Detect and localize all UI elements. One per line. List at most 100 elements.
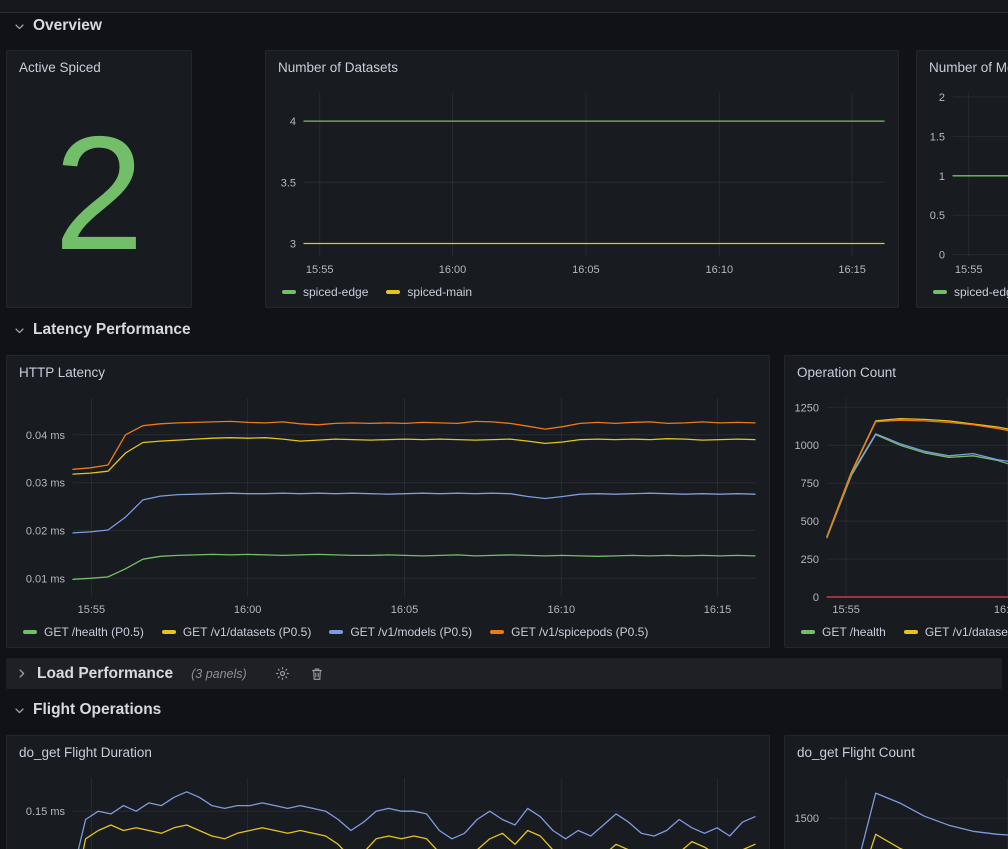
svg-text:2: 2 [939,92,945,104]
row-load-performance[interactable]: Load Performance (3 panels) [6,658,1002,689]
chart-number-of-models[interactable]: 00.511.5215:5516:0016:0516:1016:15 [925,85,1008,279]
legend-swatch [162,630,176,634]
svg-text:1500: 1500 [795,813,819,825]
legend-item[interactable]: GET /v1/datasets [904,625,1008,639]
legend-item[interactable]: spiced-edge [933,285,1008,299]
svg-text:16:00: 16:00 [234,604,262,616]
panel-http-latency: HTTP Latency 0.01 ms 0.02 ms 0.03 ms 0.04 m… [6,355,770,648]
legend-swatch [801,630,815,634]
chart-do-get-flight-duration[interactable]: 0.15 ms [15,770,761,849]
svg-text:0.03 ms: 0.03 ms [26,478,66,490]
chart-operation-count[interactable]: 02505007501000125015:5516:0016:0516:1016… [793,390,1008,619]
panel-title[interactable]: Operation Count [785,356,1008,380]
svg-text:0.5: 0.5 [930,210,945,222]
svg-text:0.02 ms: 0.02 ms [26,526,66,538]
panel-do-get-flight-duration: do_get Flight Duration 0.15 ms [6,735,770,849]
stat-value: 2 [7,81,191,307]
legend-label: GET /health [822,625,886,639]
legend-item[interactable]: GET /v1/datasets (P0.5) [162,625,312,639]
legend-label: GET /v1/datasets [925,625,1008,639]
panel-title[interactable]: Number of Datasets [266,51,898,75]
svg-text:16:10: 16:10 [548,604,576,616]
chart-canvas[interactable]: 02505007501000125015:5516:0016:0516:1016… [793,390,1008,619]
panel-number-of-models: Number of Models 00.511.5215:5516:0016:0… [916,50,1008,308]
panel-title[interactable]: do_get Flight Duration [7,736,769,760]
legend: spiced-edge [933,282,1008,302]
panel-title[interactable]: Number of Models [917,51,1008,75]
legend: GET /health (P0.5) GET /v1/datasets (P0.5… [23,622,763,642]
panel-title[interactable]: do_get Flight Count [785,736,1008,760]
legend-label: GET /v1/datasets (P0.5) [183,625,312,639]
panel-title[interactable]: HTTP Latency [7,356,769,380]
svg-text:0: 0 [813,592,819,604]
svg-text:1.5: 1.5 [930,131,945,143]
chart-http-latency[interactable]: 0.01 ms 0.02 ms 0.03 ms 0.04 ms 15:55 16:00 16… [15,390,761,619]
legend-swatch [490,630,504,634]
svg-text:4: 4 [290,116,296,128]
svg-text:0.15 ms: 0.15 ms [26,806,66,818]
legend-swatch [386,290,400,294]
panel-title[interactable]: Active Spiced [7,51,191,75]
svg-text:16:15: 16:15 [704,604,732,616]
svg-text:0.04 ms: 0.04 ms [26,430,66,442]
section-title: Flight Operations [33,701,161,719]
svg-text:15:55: 15:55 [78,604,106,616]
panel-number-of-datasets: Number of Datasets 33.5415:5516:0016:051… [265,50,899,308]
legend-item[interactable]: spiced-edge [282,285,368,299]
legend-label: GET /v1/spicepods (P0.5) [511,625,648,639]
legend-label: GET /v1/models (P0.5) [350,625,472,639]
chart-canvas[interactable]: 33.5415:5516:0016:0516:1016:15 [274,85,890,279]
trash-icon[interactable] [305,662,329,686]
legend-swatch [23,630,37,634]
section-title: Overview [33,17,102,35]
svg-text:500: 500 [801,516,819,528]
legend: GET /healthGET /v1/datasetsGET /v1/model… [801,622,1008,642]
panel-operation-count: Operation Count 02505007501000125015:551… [784,355,1008,648]
svg-text:0: 0 [939,250,945,262]
chevron-down-icon [14,21,25,32]
legend-label: spiced-edge [303,285,368,299]
chevron-down-icon [14,325,25,336]
svg-text:16:10: 16:10 [706,264,734,276]
legend-item[interactable]: spiced-main [386,285,472,299]
svg-text:16:05: 16:05 [391,604,419,616]
chart-number-of-datasets[interactable]: 33.5415:5516:0016:0516:1016:15 [274,85,890,279]
dashboard: Overview Active Spiced 2 Number of Datas… [0,0,1008,849]
svg-text:16:05: 16:05 [572,264,600,276]
legend: spiced-edge spiced-main [282,282,892,302]
legend-label: GET /health (P0.5) [44,625,144,639]
legend-item[interactable]: GET /health [801,625,886,639]
legend-item[interactable]: GET /health (P0.5) [23,625,144,639]
svg-text:1000: 1000 [795,440,819,452]
svg-text:15:55: 15:55 [955,264,983,276]
svg-text:750: 750 [801,478,819,490]
chart-canvas[interactable]: 00.511.5215:5516:0016:0516:1016:15 [925,85,1008,279]
svg-text:250: 250 [801,554,819,566]
section-row-flight-operations[interactable]: Flight Operations [14,701,161,719]
section-title: Latency Performance [33,321,191,339]
panel-do-get-flight-count: do_get Flight Count 1500 [784,735,1008,849]
chart-canvas[interactable]: 0.15 ms [15,770,761,849]
svg-text:0.01 ms: 0.01 ms [26,573,66,585]
row-title: Load Performance [37,665,173,683]
legend-item[interactable]: GET /v1/spicepods (P0.5) [490,625,648,639]
chevron-right-icon [16,668,27,679]
gear-icon[interactable] [271,662,295,686]
svg-text:15:55: 15:55 [832,604,860,616]
chart-do-get-flight-count[interactable]: 1500 [793,770,1008,849]
svg-text:1: 1 [939,171,945,183]
legend-swatch [282,290,296,294]
legend-swatch [329,630,343,634]
svg-text:16:15: 16:15 [838,264,866,276]
chart-canvas[interactable]: 0.01 ms 0.02 ms 0.03 ms 0.04 ms 15:55 16:00 16… [15,390,761,619]
legend-item[interactable]: GET /v1/models (P0.5) [329,625,472,639]
panel-active-spiced: Active Spiced 2 [6,50,192,308]
svg-text:16:00: 16:00 [994,604,1008,616]
top-toolbar-edge [0,0,1008,13]
section-row-overview[interactable]: Overview [14,17,102,35]
chart-canvas[interactable]: 1500 [793,770,1008,849]
legend-swatch [933,290,947,294]
legend-label: spiced-main [407,285,472,299]
section-row-latency-performance[interactable]: Latency Performance [14,321,191,339]
svg-text:16:00: 16:00 [439,264,467,276]
